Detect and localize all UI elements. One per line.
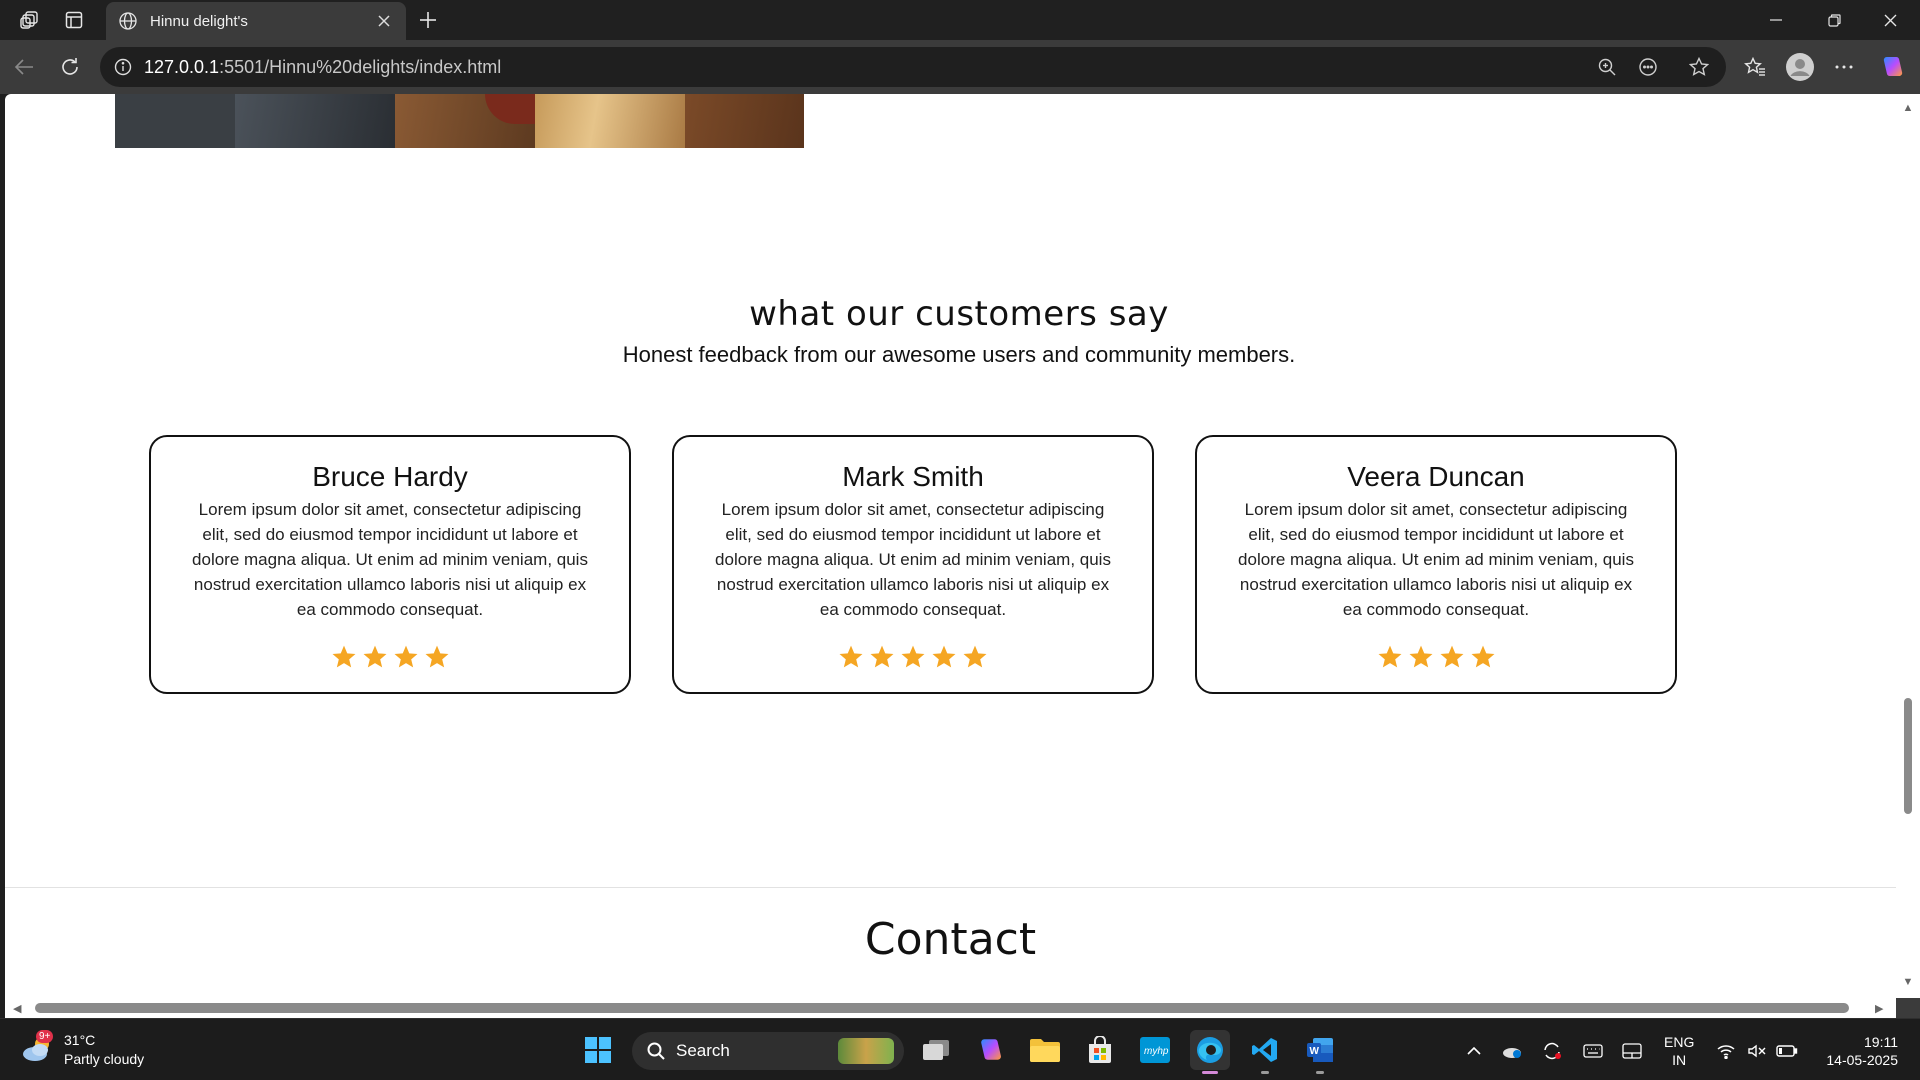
back-button[interactable] xyxy=(6,50,42,84)
workspaces-icon[interactable] xyxy=(8,0,52,40)
scroll-left-arrow-icon[interactable]: ◀ xyxy=(13,1002,21,1015)
star-icon xyxy=(931,644,957,670)
vscode-icon[interactable] xyxy=(1245,1030,1285,1074)
zoom-icon[interactable] xyxy=(1594,55,1620,79)
review-text: Lorem ipsum dolor sit amet, consectetur … xyxy=(1238,500,1634,619)
review-text: Lorem ipsum dolor sit amet, consectetur … xyxy=(715,500,1111,619)
microsoft-store-icon[interactable] xyxy=(1080,1030,1120,1070)
star-icon xyxy=(1439,644,1465,670)
url-text[interactable]: 127.0.0.1:5501/Hinnu%20delights/index.ht… xyxy=(144,57,501,78)
browser-toolbar: 127.0.0.1:5501/Hinnu%20delights/index.ht… xyxy=(0,40,1920,94)
svg-text:myhp: myhp xyxy=(1144,1046,1169,1057)
favorite-star-icon[interactable] xyxy=(1686,55,1712,79)
testimonial-card: Veera Duncan Lorem ipsum dolor sit amet,… xyxy=(1195,435,1677,694)
notification-badge: 9+ xyxy=(36,1030,54,1043)
horizontal-scrollbar[interactable]: ◀ ▶ xyxy=(5,998,1896,1018)
search-icon xyxy=(646,1041,666,1061)
vertical-scroll-thumb[interactable] xyxy=(1904,698,1912,814)
minimize-button[interactable] xyxy=(1748,0,1804,40)
vertical-tabs-icon[interactable] xyxy=(52,0,96,40)
section-divider xyxy=(5,887,1896,888)
chevron-up-icon[interactable] xyxy=(1462,1041,1486,1061)
star-rating xyxy=(1235,644,1637,670)
food-photo xyxy=(115,94,804,148)
search-label: Search xyxy=(676,1041,730,1060)
reviewer-name: Bruce Hardy xyxy=(312,461,468,492)
copilot-icon[interactable] xyxy=(1874,50,1910,84)
system-clock[interactable]: 19:11 14-05-2025 xyxy=(1818,1033,1898,1069)
onedrive-icon[interactable] xyxy=(1500,1041,1524,1061)
star-icon xyxy=(1470,644,1496,670)
task-view-button[interactable] xyxy=(916,1030,956,1070)
star-rating xyxy=(189,644,591,670)
edge-browser-icon[interactable] xyxy=(1190,1030,1230,1074)
star-icon xyxy=(362,644,388,670)
review-text: Lorem ipsum dolor sit amet, consectetur … xyxy=(192,500,588,619)
scroll-up-arrow-icon[interactable]: ▲ xyxy=(1902,102,1914,114)
star-icon xyxy=(1408,644,1434,670)
star-icon xyxy=(424,644,450,670)
running-app-indicator xyxy=(1261,1071,1269,1074)
touchpad-icon[interactable] xyxy=(1620,1041,1644,1061)
contact-title: Contact xyxy=(864,914,1037,965)
weather-cloud-icon: 9+ xyxy=(20,1030,56,1068)
svg-text:W: W xyxy=(1310,1046,1320,1057)
tab-title: Hinnu delight's xyxy=(150,12,248,30)
star-icon xyxy=(331,644,357,670)
globe-icon xyxy=(118,11,138,31)
scroll-down-arrow-icon[interactable]: ▼ xyxy=(1902,976,1914,988)
sync-icon[interactable] xyxy=(1540,1041,1564,1061)
star-rating xyxy=(712,644,1114,670)
star-icon xyxy=(1377,644,1403,670)
new-tab-button[interactable] xyxy=(414,6,442,34)
scrollbar-corner xyxy=(1896,998,1920,1018)
close-window-button[interactable] xyxy=(1862,0,1918,40)
taskbar-search-box[interactable]: Search xyxy=(632,1032,904,1070)
testimonial-card: Bruce Hardy Lorem ipsum dolor sit amet, … xyxy=(149,435,631,694)
star-icon xyxy=(962,644,988,670)
star-icon xyxy=(838,644,864,670)
search-highlight-image xyxy=(838,1038,894,1064)
myhp-app-icon[interactable]: myhp xyxy=(1135,1030,1175,1070)
browser-titlebar: Hinnu delight's xyxy=(0,0,1920,40)
copilot-app-icon[interactable] xyxy=(970,1030,1010,1070)
running-app-indicator xyxy=(1316,1071,1324,1074)
site-info-icon[interactable] xyxy=(114,58,132,76)
reviewer-name: Mark Smith xyxy=(842,461,984,492)
reviewer-name: Veera Duncan xyxy=(1347,461,1525,492)
active-app-indicator xyxy=(1202,1071,1218,1074)
profile-avatar-icon[interactable] xyxy=(1782,50,1818,84)
file-explorer-icon[interactable] xyxy=(1025,1030,1065,1070)
vertical-scrollbar[interactable]: ▲ ▼ xyxy=(1896,94,1920,998)
close-tab-icon[interactable] xyxy=(374,11,394,31)
tab-active[interactable]: Hinnu delight's xyxy=(106,2,406,40)
weather-widget[interactable]: 9+ 31°C Partly cloudy xyxy=(20,1030,145,1069)
word-icon[interactable]: W xyxy=(1300,1030,1340,1074)
star-icon xyxy=(900,644,926,670)
horizontal-scroll-thumb[interactable] xyxy=(35,1003,1849,1013)
wifi-icon[interactable] xyxy=(1714,1041,1738,1061)
input-language[interactable]: ENG IN xyxy=(1664,1033,1694,1069)
address-bar[interactable]: 127.0.0.1:5501/Hinnu%20delights/index.ht… xyxy=(100,47,1726,87)
restore-button[interactable] xyxy=(1806,0,1862,40)
start-button[interactable] xyxy=(578,1030,618,1070)
battery-icon[interactable] xyxy=(1775,1041,1799,1061)
testimonials-title: what our customers say xyxy=(749,294,1169,334)
star-icon xyxy=(869,644,895,670)
testimonials-subtitle: Honest feedback from our awesome users a… xyxy=(622,342,1296,367)
page-viewport: what our customers say Honest feedback f… xyxy=(5,94,1896,998)
settings-more-icon[interactable] xyxy=(1826,50,1862,84)
testimonial-card: Mark Smith Lorem ipsum dolor sit amet, c… xyxy=(672,435,1154,694)
favorites-icon[interactable] xyxy=(1737,50,1773,84)
weather-temperature: 31°C xyxy=(64,1032,96,1048)
scroll-right-arrow-icon[interactable]: ▶ xyxy=(1875,1002,1883,1015)
windows-taskbar: 9+ 31°C Partly cloudy Search myhp W ENG … xyxy=(0,1018,1920,1080)
weather-description: Partly cloudy xyxy=(64,1051,145,1067)
volume-muted-icon[interactable] xyxy=(1745,1041,1769,1061)
refresh-button[interactable] xyxy=(52,50,88,84)
star-icon xyxy=(393,644,419,670)
keyboard-icon[interactable] xyxy=(1581,1041,1605,1061)
more-tools-icon[interactable] xyxy=(1635,55,1661,79)
